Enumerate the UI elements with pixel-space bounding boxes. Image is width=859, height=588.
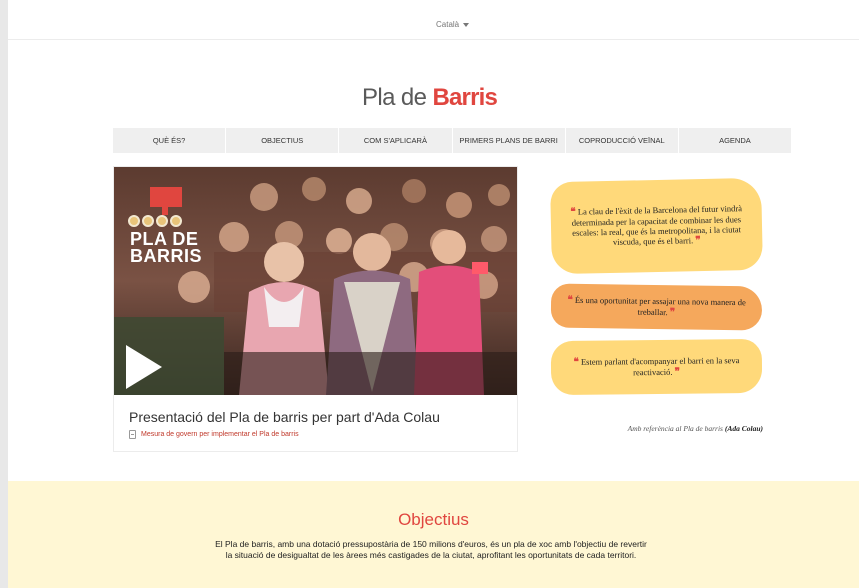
nav-item-objectius[interactable]: OBJECTIUS	[226, 128, 340, 153]
quote-bubble-3: ❝ Estem parlant d'acompanyar el barri en…	[550, 338, 763, 396]
attribution-prefix: Amb referència al Pla de barris	[627, 424, 725, 433]
site-logo[interactable]: Pla de Barris	[0, 84, 859, 112]
quote-bubble-1: ❝ La clau de l'èxit de la Barcelona del …	[550, 177, 763, 275]
nav-item-coproduccio[interactable]: COPRODUCCIÓ VEÏNAL	[566, 128, 679, 153]
logo-text-pla-de: Pla de	[361, 84, 433, 111]
video-title: Presentació del Pla de barris per part d…	[129, 409, 440, 425]
video-card: PLA DE BARRIS Presentació del Pla de bar…	[113, 166, 518, 452]
language-selector[interactable]: Català	[436, 20, 470, 29]
quote-attribution: Amb referència al Pla de barris (Ada Col…	[560, 424, 763, 433]
quote-text-2: És una oportunitat per assajar una nova …	[574, 294, 746, 318]
nav-item-agenda[interactable]: AGENDA	[679, 128, 791, 153]
people-icon	[128, 215, 182, 227]
govern-measure-link[interactable]: Mesura de govern per implementar el Pla …	[129, 430, 299, 439]
nav-item-que-es[interactable]: QUÈ ÉS?	[113, 128, 227, 153]
open-quote-icon: ❝	[567, 294, 573, 306]
language-label: Català	[436, 20, 460, 29]
main-nav: QUÈ ÉS? OBJECTIUS COM S'APLICARÀ PRIMERS…	[113, 128, 791, 153]
close-quote-icon: ❞	[674, 366, 681, 378]
open-quote-icon: ❝	[570, 206, 576, 218]
open-quote-icon: ❝	[573, 356, 579, 368]
nav-item-primers-plans[interactable]: PRIMERS PLANS DE BARRI	[453, 128, 566, 153]
govern-measure-link-label: Mesura de govern per implementar el Pla …	[141, 431, 299, 438]
quote-text-3: Estem parlant d'acompanyar el barri en l…	[580, 355, 740, 378]
quote-bubble-2: ❝ És una oportunitat per assajar una nov…	[550, 283, 763, 331]
objectius-title: Objectius	[398, 510, 469, 529]
attribution-author: (Ada Colau)	[724, 424, 763, 433]
video-player[interactable]: PLA DE BARRIS	[114, 167, 517, 395]
play-icon[interactable]	[126, 345, 162, 389]
close-quote-icon: ❞	[669, 307, 676, 319]
top-bar: Català	[8, 0, 859, 40]
nav-item-com-saplicara[interactable]: COM S'APLICARÀ	[339, 128, 453, 153]
pdf-icon	[129, 430, 136, 439]
badge-line-2: BARRIS	[130, 246, 203, 266]
objectius-text: El Pla de barris, amb una dotació pressu…	[215, 539, 647, 560]
logo-text-barris: Barris	[432, 84, 498, 111]
pla-de-barris-badge: PLA DE BARRIS	[128, 187, 204, 277]
chevron-down-icon	[463, 23, 470, 27]
close-quote-icon: ❞	[695, 235, 701, 247]
objectius-section: Objectius El Pla de barris, amb una dota…	[8, 481, 859, 588]
quote-text-1: La clau de l'èxit de la Barcelona del fu…	[571, 203, 743, 247]
